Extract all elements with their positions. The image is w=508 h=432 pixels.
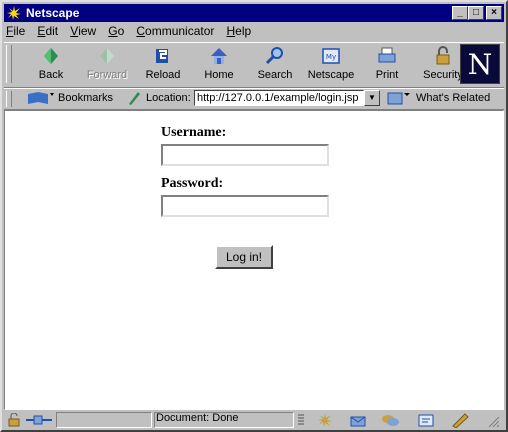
location-toolbar-grip[interactable]: [6, 91, 12, 107]
menu-edit[interactable]: Edit: [37, 24, 58, 38]
connection-icon: [24, 413, 54, 430]
back-arrow-icon: [44, 48, 58, 64]
back-button[interactable]: Back: [24, 45, 78, 85]
username-label: Username:: [161, 125, 227, 140]
status-text: Document: Done: [156, 412, 239, 424]
menu-help[interactable]: Help: [226, 24, 251, 38]
resize-grip-icon[interactable]: [486, 414, 500, 431]
my-netscape-icon: My: [322, 48, 340, 64]
netscape-app-icon: [6, 5, 22, 21]
title-bar: Netscape _ □ ×: [4, 4, 504, 22]
progress-bar: [56, 412, 152, 428]
reload-button[interactable]: Reload: [136, 45, 190, 85]
search-button[interactable]: Search: [248, 45, 302, 85]
svg-text:My: My: [326, 53, 336, 61]
location-icon: [126, 90, 142, 109]
menu-communicator[interactable]: Communicator: [136, 24, 214, 38]
edit-pencil-icon[interactable]: [450, 412, 470, 431]
bookmarks-button[interactable]: Bookmarks: [58, 92, 113, 104]
toolbar-grip[interactable]: [6, 45, 12, 83]
password-label: Password:: [161, 176, 224, 191]
minimize-button[interactable]: _: [452, 6, 468, 20]
component-bar-grip-icon[interactable]: [296, 412, 306, 431]
menu-bar: File Edit View Go Communicator Help: [6, 24, 260, 40]
svg-text:N: N: [468, 48, 493, 81]
security-lock-icon: [436, 46, 450, 65]
search-icon: [265, 47, 283, 65]
menu-go[interactable]: Go: [108, 24, 124, 38]
window-title: Netscape: [26, 6, 80, 20]
netscape-n-logo-icon: N: [461, 45, 499, 83]
mail-icon[interactable]: [348, 412, 368, 431]
forward-button[interactable]: Forward: [80, 45, 134, 85]
location-toolbar: Bookmarks Location: http://127.0.0.1/exa…: [4, 88, 504, 110]
home-button[interactable]: Home: [192, 45, 246, 85]
browser-window: Netscape _ □ × File Edit View Go Communi…: [0, 0, 508, 432]
forward-arrow-icon: [100, 48, 114, 64]
reload-icon: [156, 49, 168, 63]
close-button[interactable]: ×: [486, 6, 502, 20]
discussions-icon[interactable]: [380, 412, 400, 431]
print-icon: [378, 47, 396, 63]
login-button[interactable]: Log in!: [215, 245, 273, 269]
menu-file[interactable]: File: [6, 24, 25, 38]
home-icon: [211, 48, 227, 64]
composer-icon[interactable]: [416, 412, 436, 431]
netscape-logo[interactable]: N: [460, 44, 500, 84]
username-input[interactable]: [161, 144, 329, 166]
whats-related-button[interactable]: What's Related: [416, 92, 490, 104]
maximize-button[interactable]: □: [468, 6, 484, 20]
whats-related-icon: [386, 90, 412, 109]
status-bar: Document: Done: [4, 410, 504, 430]
print-button[interactable]: Print: [360, 45, 414, 85]
menu-view[interactable]: View: [70, 24, 96, 38]
netscape-button[interactable]: My Netscape: [304, 45, 358, 85]
page-content: Username: Password: Log in!: [4, 110, 504, 410]
navigation-toolbar: Back Forward Reload Home Search My Netsc…: [4, 42, 504, 88]
url-dropdown-button[interactable]: ▼: [364, 90, 380, 106]
security-status-icon[interactable]: [6, 412, 22, 430]
url-input[interactable]: http://127.0.0.1/example/login.jsp: [194, 90, 364, 106]
password-input[interactable]: [161, 195, 329, 217]
location-label: Location:: [146, 92, 191, 104]
navigator-icon[interactable]: [316, 412, 334, 431]
bookmarks-icon: [26, 90, 54, 109]
